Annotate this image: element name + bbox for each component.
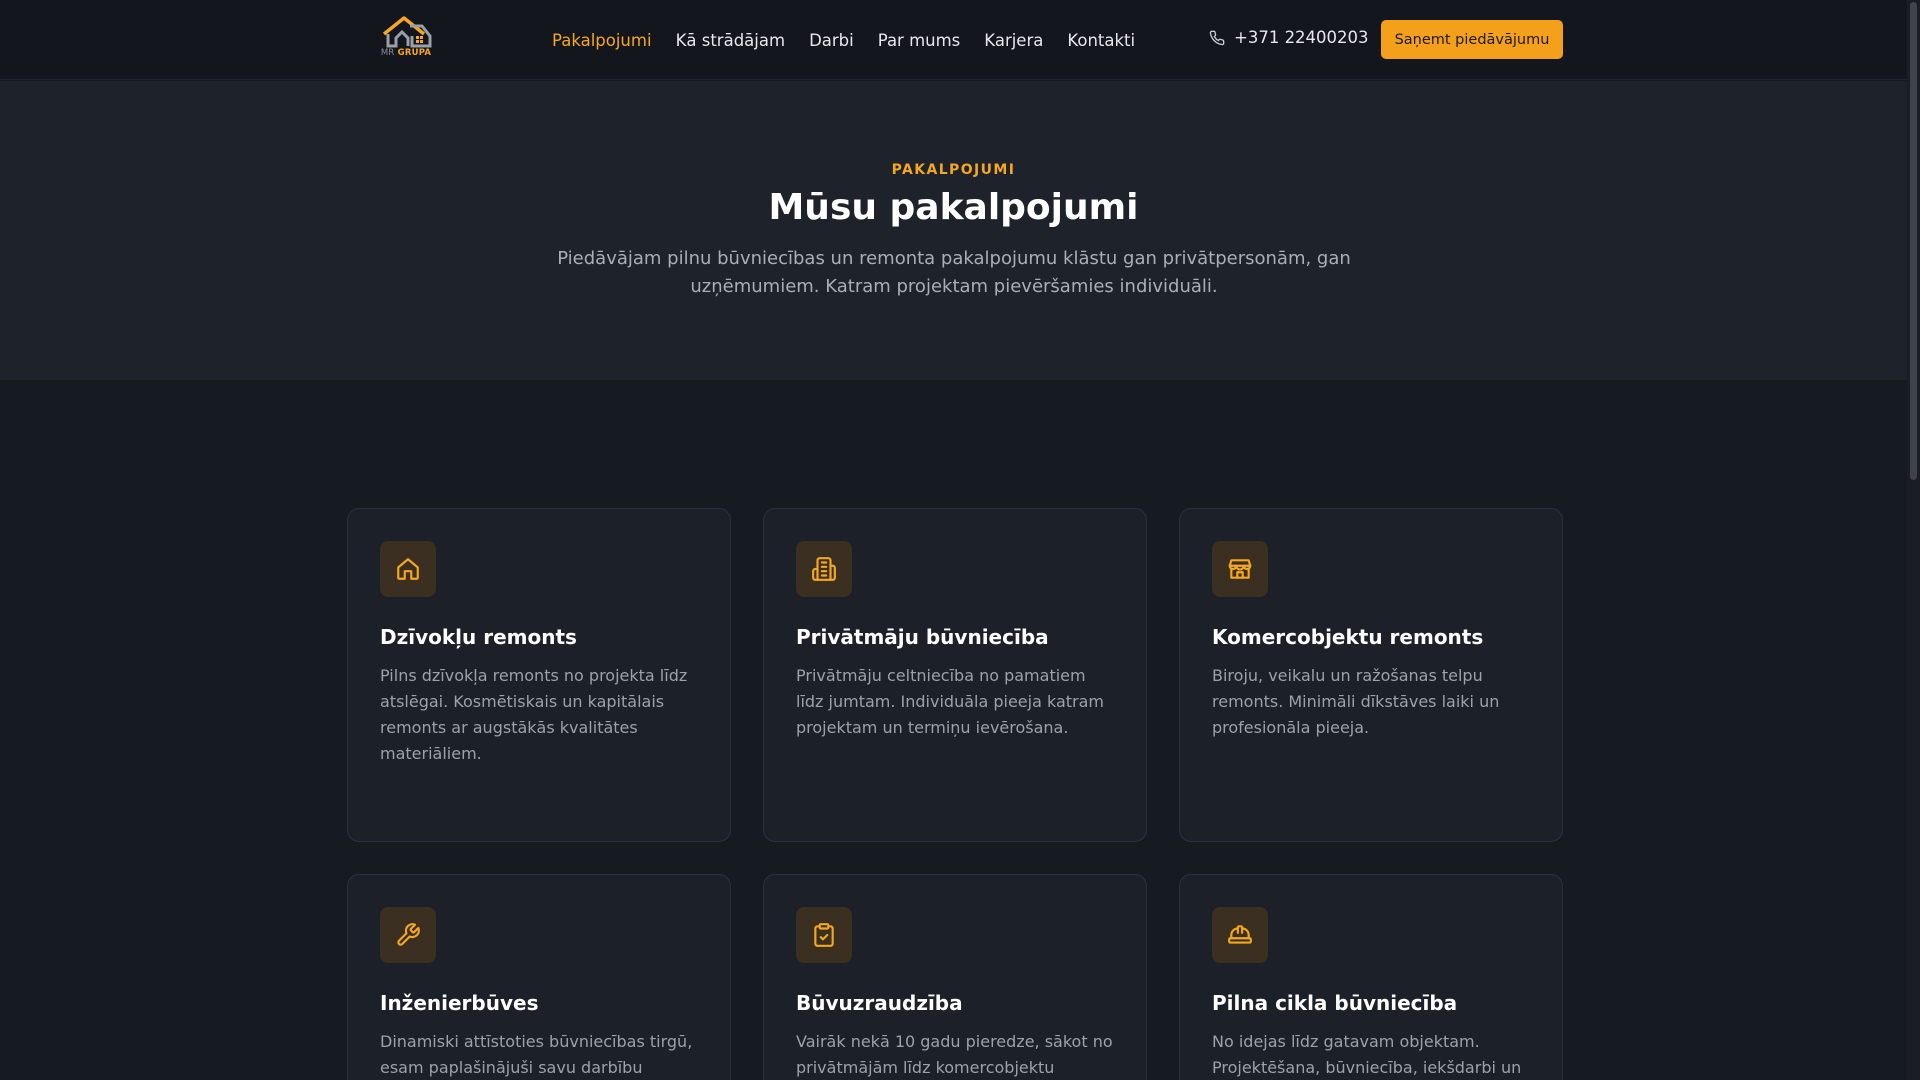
nav-link-karjera[interactable]: Karjera xyxy=(984,31,1043,50)
building-icon xyxy=(796,541,852,597)
top-navbar: MR GRUPA Pakalpojumi Kā strādājam Darbi … xyxy=(0,0,1907,80)
nav-link-pakalpojumi[interactable]: Pakalpojumi xyxy=(552,31,652,50)
nav-link-par-mums[interactable]: Par mums xyxy=(878,31,961,50)
service-card-buvuzraudziba[interactable]: Būvuzraudzība Vairāk nekā 10 gadu piered… xyxy=(763,874,1147,1080)
nav-link-darbi[interactable]: Darbi xyxy=(809,31,854,50)
hard-hat-icon xyxy=(1212,907,1268,963)
service-title: Privātmāju būvniecība xyxy=(796,625,1049,649)
page-scrollbar[interactable] xyxy=(1907,0,1920,1080)
service-title: Pilna cikla būvniecība xyxy=(1212,991,1458,1015)
service-description: Pilns dzīvokļa remonts no projekta līdz … xyxy=(380,666,688,763)
scrollbar-thumb[interactable] xyxy=(1910,2,1917,480)
service-description: Vairāk nekā 10 gadu pieredze, sākot no p… xyxy=(796,1032,1113,1077)
nav-link-kontakti[interactable]: Kontakti xyxy=(1067,31,1135,50)
clipboard-check-icon xyxy=(796,907,852,963)
service-card-dzivoklu-remonts[interactable]: Dzīvokļu remonts Pilns dzīvokļa remonts … xyxy=(347,508,731,842)
get-quote-button[interactable]: Saņemt piedāvājumu xyxy=(1381,20,1563,59)
service-description: Privātmāju celtniecība no pamatiem līdz … xyxy=(796,666,1105,737)
service-card-privatmaju-buvnieciba[interactable]: Privātmāju būvniecība Privātmāju celtnie… xyxy=(763,508,1147,842)
phone-link[interactable]: +371 22400203 xyxy=(1209,28,1369,47)
service-description: Dinamiski attīstoties būvniecības tirgū,… xyxy=(380,1032,693,1077)
logo-text-mr: MR xyxy=(380,48,395,58)
service-description: Biroju, veikalu un ražošanas telpu remon… xyxy=(1212,666,1500,737)
phone-number: +371 22400203 xyxy=(1234,28,1369,47)
logo-house-icon xyxy=(382,16,432,48)
service-card-inzenierbuves[interactable]: Inženierbūves Dinamiski attīstoties būvn… xyxy=(347,874,731,1080)
store-icon xyxy=(1212,541,1268,597)
service-card-pilna-cikla-buvnieciba[interactable]: Pilna cikla būvniecība No idejas līdz ga… xyxy=(1179,874,1563,1080)
main-nav: Pakalpojumi Kā strādājam Darbi Par mums … xyxy=(552,0,1159,80)
page-title: Mūsu pakalpojumi xyxy=(768,187,1139,228)
wrench-icon xyxy=(380,907,436,963)
service-title: Būvuzraudzība xyxy=(796,991,963,1015)
logo-text-grupa: GRUPA xyxy=(397,48,432,58)
service-title: Dzīvokļu remonts xyxy=(380,625,577,649)
section-eyebrow: PAKALPOJUMI xyxy=(891,162,1016,178)
page-subtitle: Piedāvājam pilnu būvniecības un remonta … xyxy=(557,248,1351,297)
phone-icon xyxy=(1209,30,1225,46)
service-card-komercobjektu-remonts[interactable]: Komercobjektu remonts Biroju, veikalu un… xyxy=(1179,508,1563,842)
house-icon xyxy=(380,541,436,597)
service-title: Inženierbūves xyxy=(380,991,539,1015)
service-title: Komercobjektu remonts xyxy=(1212,625,1484,649)
hero-section: PAKALPOJUMI Mūsu pakalpojumi Piedāvājam … xyxy=(0,81,1907,380)
logo-text: MR GRUPA xyxy=(378,48,434,58)
logo[interactable]: MR GRUPA xyxy=(378,14,434,58)
service-description: No idejas līdz gatavam objektam. Projekt… xyxy=(1212,1032,1522,1077)
nav-link-ka-stradajam[interactable]: Kā strādājam xyxy=(676,31,786,50)
